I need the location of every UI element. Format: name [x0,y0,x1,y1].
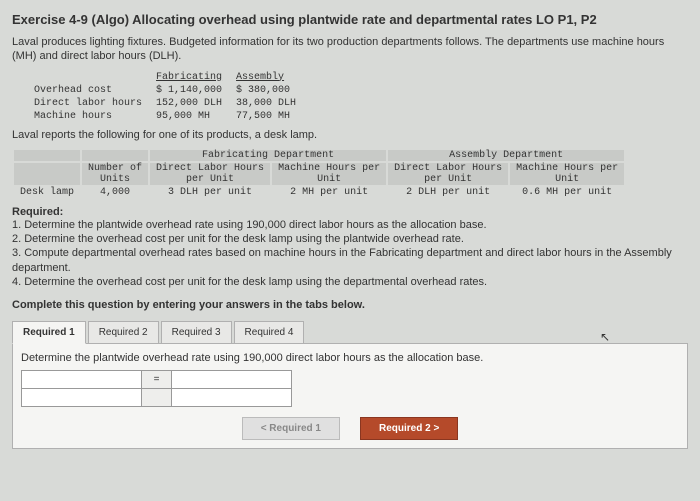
cell-asm: 77,500 MH [236,111,308,122]
prod-units: 4,000 [82,187,148,198]
req-3: 3. Compute departmental overhead rates b… [12,246,688,275]
prod-fdlh: 3 DLH per unit [150,187,270,198]
row-label: Overhead cost [34,85,154,96]
row-label: Direct labor hours [34,98,154,109]
req-1: 1. Determine the plantwide overhead rate… [12,218,688,232]
answer-table: = [21,370,292,407]
tab-required-1[interactable]: Required 1 [12,321,86,344]
dept-col-asm: Assembly [236,72,308,83]
next-button[interactable]: Required 2 > [360,417,458,440]
tab-required-3[interactable]: Required 3 [161,321,232,344]
tab-required-4[interactable]: Required 4 [234,321,305,344]
tab-bar: Required 1 Required 2 Required 3 Require… [12,321,688,344]
exercise-title: Exercise 4-9 (Algo) Allocating overhead … [12,12,688,27]
equals-cell: = [142,371,172,389]
tab-required-2[interactable]: Required 2 [88,321,159,344]
cell-asm: 38,000 DLH [236,98,308,109]
tab-panel: Determine the plantwide overhead rate us… [12,343,688,449]
group-fab: Fabricating Department [150,150,386,161]
dept-col-fab: Fabricating [156,72,234,83]
answer-cell-value[interactable] [172,371,292,389]
prod-label: Desk lamp [14,187,80,198]
h-fmh: Machine Hours per Unit [272,163,386,185]
prod-adlh: 2 DLH per unit [388,187,508,198]
panel-prompt: Determine the plantwide overhead rate us… [21,352,679,364]
answer-cell-label[interactable] [22,371,142,389]
req-4: 4. Determine the overhead cost per unit … [12,275,688,289]
h-fdlh: Direct Labor Hours per Unit [150,163,270,185]
cell-asm: $ 380,000 [236,85,308,96]
cell-fab: $ 1,140,000 [156,85,234,96]
required-title: Required: [12,206,63,218]
dept-blank [34,72,154,83]
required-block: Required: 1. Determine the plantwide ove… [12,206,688,289]
prod-amh: 0.6 MH per unit [510,187,624,198]
h-units: Number of Units [82,163,148,185]
intro-text: Laval produces lighting fixtures. Budget… [12,35,688,64]
req-2: 2. Determine the overhead cost per unit … [12,232,688,246]
product-table: Fabricating Department Assembly Departme… [12,148,626,200]
h-adlh: Direct Labor Hours per Unit [388,163,508,185]
cell-fab: 152,000 DLH [156,98,234,109]
group-asm: Assembly Department [388,150,624,161]
desc2: Laval reports the following for one of i… [12,128,688,142]
answer-cell-value-2[interactable] [172,389,292,407]
prod-fmh: 2 MH per unit [272,187,386,198]
h-amh: Machine Hours per Unit [510,163,624,185]
cell-fab: 95,000 MH [156,111,234,122]
complete-prompt: Complete this question by entering your … [12,299,688,311]
equals-cell-2 [142,389,172,407]
answer-cell-label-2[interactable] [22,389,142,407]
row-label: Machine hours [34,111,154,122]
department-table: Fabricating Assembly Overhead cost $ 1,1… [32,70,310,124]
prev-button[interactable]: < Required 1 [242,417,340,440]
